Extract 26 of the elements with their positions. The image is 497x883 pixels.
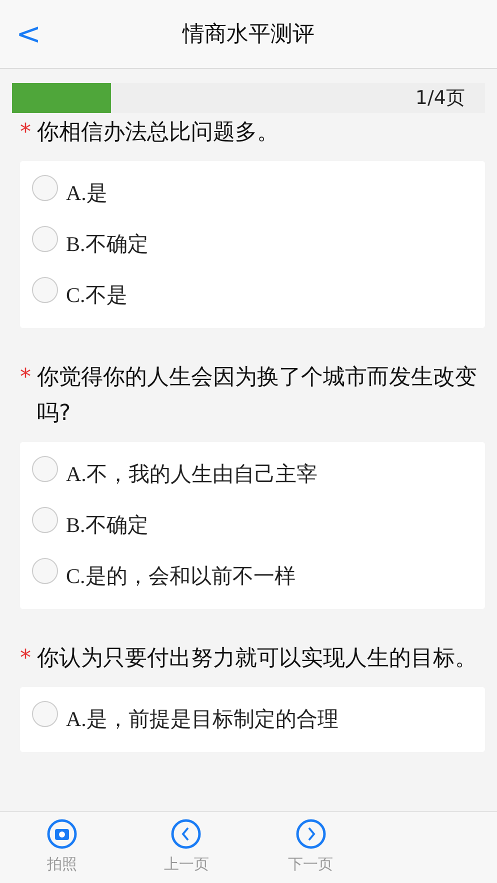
radio-button[interactable] (32, 558, 58, 584)
back-icon (171, 819, 202, 849)
back-button[interactable]: < (0, 16, 60, 52)
option-label[interactable]: C.是的，会和以前不一样 (66, 562, 296, 590)
required-mark: * (20, 119, 31, 147)
page-counter: 1/4页 (415, 86, 466, 111)
forward-icon (296, 819, 326, 849)
radio-button[interactable] (32, 506, 58, 532)
radio-button[interactable] (32, 174, 58, 200)
required-mark: * (20, 364, 31, 392)
radio-button[interactable] (32, 276, 58, 302)
option-label[interactable]: C.不是 (66, 280, 128, 308)
radio-button[interactable] (32, 456, 58, 482)
radio-button[interactable] (32, 700, 58, 726)
camera-icon (47, 819, 78, 849)
question-text: 你认为只要付出努力就可以实现人生的目标。 (37, 645, 477, 673)
radio-button[interactable] (32, 226, 58, 252)
option-label[interactable]: A.是，前提是目标制定的合理 (66, 704, 338, 732)
option-label[interactable]: A.是 (66, 178, 108, 206)
question-text: 你相信办法总比问题多。 (37, 119, 279, 147)
required-mark: * (20, 645, 31, 673)
option-label[interactable]: A.不，我的人生由自己主宰 (66, 460, 318, 488)
option-label[interactable]: B.不确定 (66, 230, 148, 258)
option-label[interactable]: B.不确定 (66, 510, 148, 538)
page-title: 情商水平测评 (181, 21, 316, 49)
question-text: 你觉得你的人生会因为换了个城市而发生改变吗? (37, 364, 478, 428)
